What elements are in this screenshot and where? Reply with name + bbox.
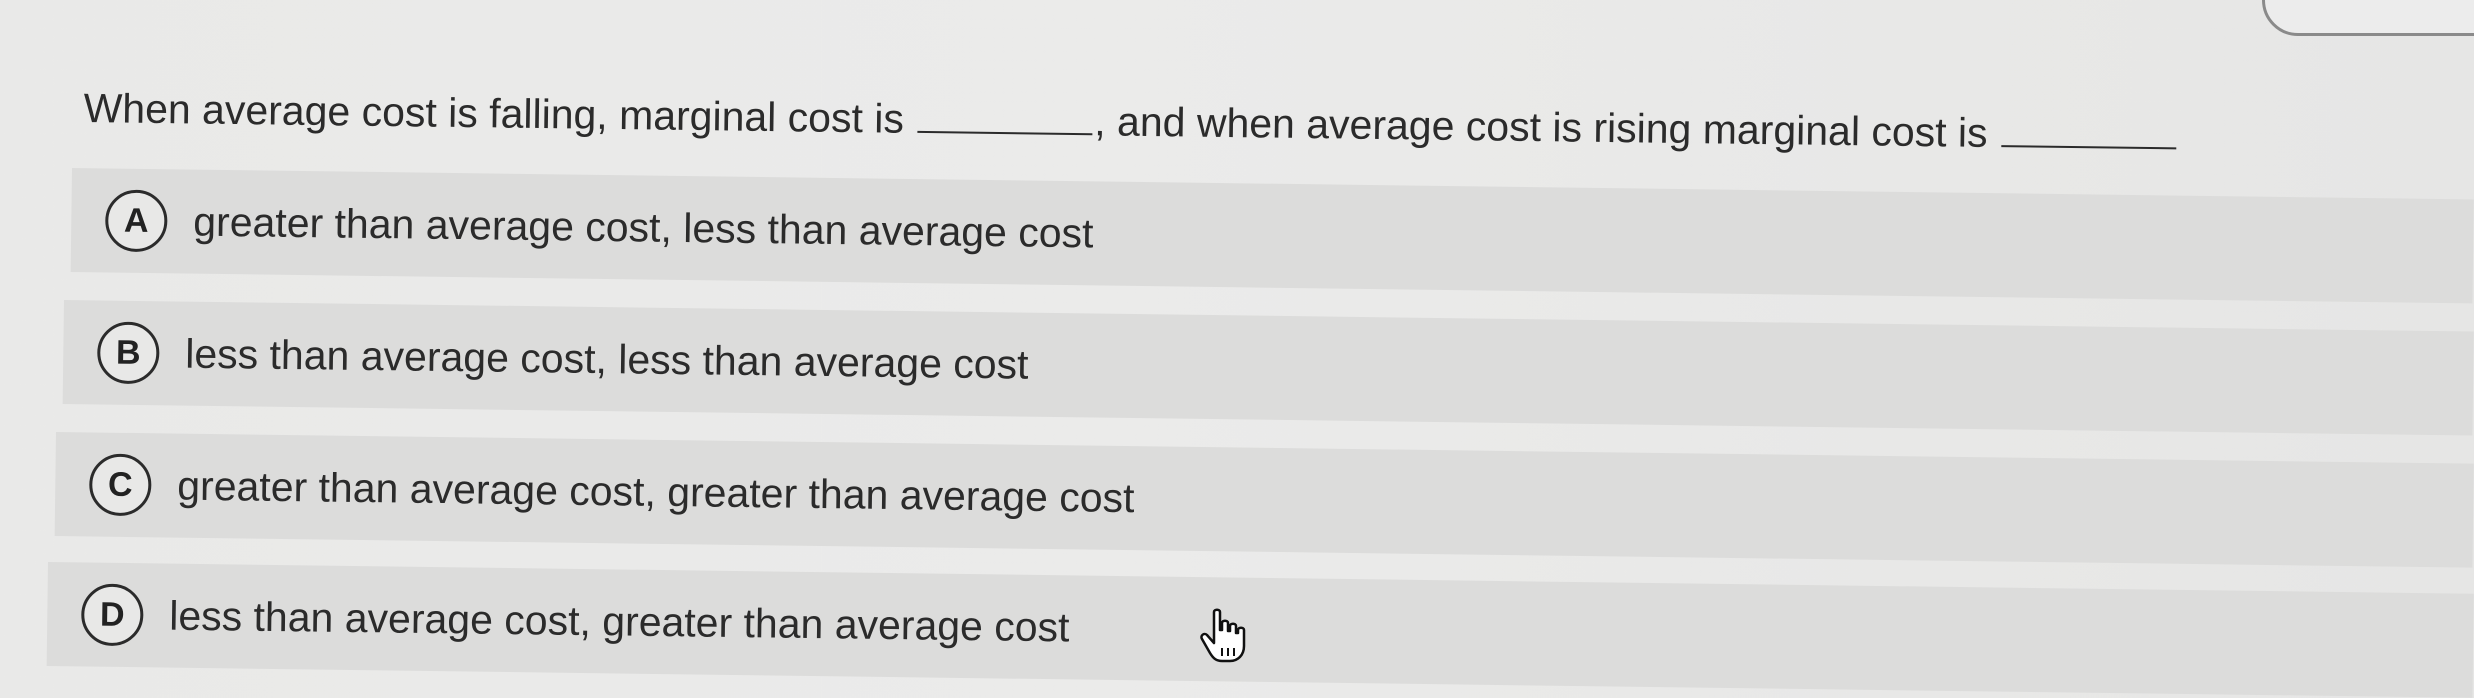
option-c-letter: C (88, 453, 152, 517)
question-part-2: , and when average cost is rising margin… (1094, 98, 1988, 156)
top-right-button-edge[interactable] (2262, 0, 2474, 36)
question-text: When average cost is falling, marginal c… (83, 80, 2384, 166)
hand-pointer-icon (1200, 608, 1246, 663)
option-c-label: greater than average cost, greater than … (177, 462, 1135, 521)
answer-blank-1 (917, 100, 1093, 136)
option-a[interactable]: A greater than average cost, less than a… (70, 168, 2474, 304)
question-part-1: When average cost is falling, marginal c… (83, 84, 905, 142)
option-d[interactable]: D less than average cost, greater than a… (46, 562, 2474, 698)
answer-blank-2 (2000, 115, 2177, 150)
option-d-label: less than average cost, greater than ave… (169, 592, 1070, 650)
option-a-letter: A (104, 189, 168, 253)
option-d-letter: D (80, 583, 144, 647)
option-c[interactable]: C greater than average cost, greater tha… (54, 432, 2474, 568)
option-a-label: greater than average cost, less than ave… (193, 198, 1094, 256)
option-b-label: less than average cost, less than averag… (185, 330, 1029, 388)
option-b-letter: B (96, 321, 160, 385)
option-b[interactable]: B less than average cost, less than aver… (62, 300, 2474, 436)
